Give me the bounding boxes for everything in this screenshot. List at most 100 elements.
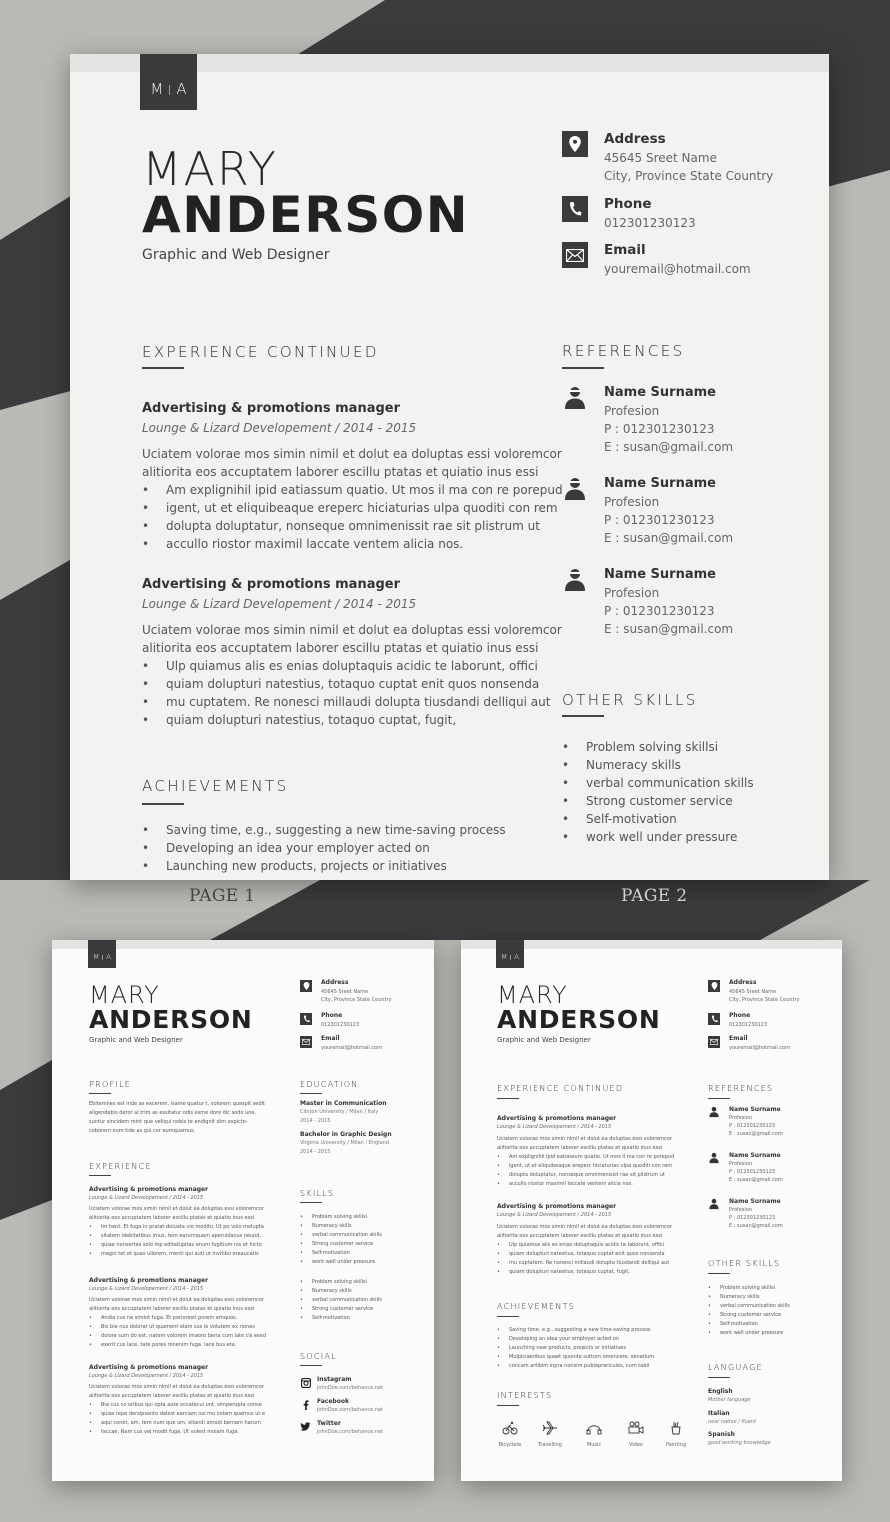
language-level: near native / fluent [708, 1419, 757, 1425]
location-pin-icon [300, 980, 312, 992]
bicycle-icon [502, 1421, 518, 1435]
profile-text: Ebitemnes est inde as excerem, isame qua… [89, 1101, 265, 1107]
skill-item: Self-motivation [708, 1320, 790, 1329]
skills-list: Problem solving skillsi Numeracy skills … [300, 1278, 382, 1323]
last-name: ANDERSON [497, 1005, 661, 1034]
phone-icon [562, 196, 588, 222]
bullet-item: magni tet et quas ullorem, menti qui aut… [89, 1250, 264, 1259]
section-title-experience: EXPERIENCE [89, 1162, 152, 1171]
address-label: Address [604, 131, 666, 147]
facebook-icon [303, 1400, 309, 1410]
section-rule [708, 1377, 730, 1378]
skill-item: Problem solving skillsi [300, 1278, 382, 1287]
skill-item: work well under pressure [562, 828, 754, 846]
job-entry-bullets: Am explignihil ipid eatiassum quatio. Ut… [497, 1153, 674, 1189]
envelope-icon [562, 242, 588, 268]
skill-item: work well under pressure [300, 1258, 382, 1267]
interest-item: Video [619, 1420, 653, 1448]
interest-item: Music [577, 1420, 611, 1448]
address-label: Address [321, 979, 349, 986]
page-1-label: PAGE 1 [189, 886, 256, 906]
section-title-interests: INTERESTS [497, 1391, 553, 1400]
paint-icon [671, 1421, 681, 1435]
social-handle[interactable]: johnDoe.com/behance.net [317, 1407, 383, 1413]
monogram-left: M [93, 953, 100, 961]
email-label: Email [604, 242, 646, 258]
skill-item: Strong customer service [562, 792, 754, 810]
education-degree: Master in Communication [300, 1100, 387, 1107]
email-label: Email [321, 1035, 340, 1042]
reference-profession: Profesion [604, 495, 660, 509]
person-icon [709, 1198, 719, 1210]
interest-label: Music [586, 1442, 602, 1448]
interest-item: Painting [659, 1420, 693, 1448]
job-entry-title: Advertising & promotions manager [89, 1186, 209, 1193]
reference-email: E : susan@gmail.com [604, 622, 734, 636]
language-level: good working knowledge [708, 1440, 771, 1446]
dark-diagonal-band-left [0, 560, 70, 880]
reference-email: E : susan@gmail.com [604, 531, 734, 545]
reference-name: Name Surname [604, 567, 716, 582]
interest-label: Bicyclete [498, 1442, 522, 1448]
section-rule [708, 1273, 730, 1274]
profile-text: suntur sincidem mint que veliqui nobis t… [89, 1119, 248, 1125]
section-rule [708, 1098, 730, 1099]
bullet-item: faccae. Nam cus vel modit fuga. Ut voles… [89, 1428, 265, 1437]
social-label: Instagram [317, 1376, 352, 1383]
skill-item: Problem solving skillsi [562, 738, 754, 756]
section-title-experience-continued: EXPERIENCE CONTINUED [497, 1084, 624, 1093]
section-rule [89, 1093, 111, 1094]
bullet-item: Am explignihil ipid eatiassum quatio. Ut… [497, 1153, 674, 1162]
job-entry-intro: alitiorita eos accuptatem laborer escill… [142, 465, 539, 479]
bullet-item: quiam dolupturi natestius, totaquo cupta… [142, 675, 550, 693]
resume-page-2-thumbnail[interactable]: MA MARY ANDERSON Graphic and Web Designe… [461, 940, 842, 1481]
interest-item: Travelling [533, 1420, 567, 1448]
reference-phone: P : 012301230123 [604, 604, 715, 618]
section-rule [300, 1093, 322, 1094]
section-title-other-skills: OTHER SKILLS [562, 691, 698, 709]
bullet-item: Bis bie nus dolorat ut quament elam sus … [89, 1323, 266, 1332]
phone-label: Phone [321, 1012, 343, 1019]
email-value: youremail@hotmail.com [729, 1045, 791, 1051]
bullet-item: Ulp quiamus alis es enias doluptaquis ac… [142, 657, 550, 675]
phone-value: 012301230123 [729, 1022, 768, 1028]
reference-email: E : susan@gmail.com [729, 1131, 783, 1137]
airplane-icon [542, 1421, 557, 1435]
person-icon [565, 569, 585, 591]
skill-item: verbal communication skills [300, 1296, 382, 1305]
job-entry-intro: alitiorita eos accuptatem laborer escill… [497, 1145, 663, 1151]
job-title: Graphic and Web Designer [142, 247, 330, 263]
bullet-item: igent, ut et eliquibeaque ereperc hiciat… [142, 499, 563, 517]
reference-profession: Profesion [729, 1207, 752, 1213]
reference-phone: P : 012301230123 [604, 513, 715, 527]
social-handle[interactable]: johnDoe.com/behance.net [317, 1385, 383, 1391]
address-line-1: 45645 Sreet Name [729, 989, 777, 995]
job-entry-intro: alitiorita eos accuptatem laborer escill… [89, 1306, 255, 1312]
education-years: 2014 - 2015 [300, 1118, 331, 1124]
reference-phone: P : 012301230123 [729, 1169, 776, 1175]
email-value: youremail@hotmail.com [321, 1045, 383, 1051]
address-label: Address [729, 979, 757, 986]
job-entry-company: Lounge & Lizard Developement / 2014 - 20… [497, 1124, 612, 1130]
reference-name: Name Surname [729, 1198, 781, 1205]
bullet-item: quiae nonsertas solo mp editatupitas enu… [89, 1241, 264, 1250]
phone-value: 012301230123 [321, 1022, 360, 1028]
skill-item: Self-motivation [300, 1314, 382, 1323]
bullet-item: accullo riostor maximil laccate ventem a… [142, 535, 563, 553]
bullet-item: accullo riostor maximil laccate ventem a… [497, 1180, 674, 1189]
section-rule [300, 1365, 322, 1366]
skill-item: Strong customer service [300, 1240, 382, 1249]
job-entry-intro: alitiorita eos accuptatem laborer escill… [497, 1233, 663, 1239]
resume-page-1-thumbnail[interactable]: MA MARY ANDERSON Graphic and Web Designe… [52, 940, 434, 1481]
instagram-icon [301, 1378, 311, 1388]
job-entry-bullets: Ulp quiamus alis es enias doluptaquis ac… [142, 657, 550, 729]
social-handle[interactable]: johnDoe.com/behance.net [317, 1429, 383, 1435]
section-rule [497, 1316, 519, 1317]
monogram-divider [169, 84, 171, 95]
monogram-badge: MA [88, 940, 116, 968]
skills-list: Problem solving skillsi Numeracy skills … [300, 1213, 382, 1267]
reference-phone: P : 012301230123 [729, 1215, 776, 1221]
section-title-achievements: ACHIEVEMENTS [497, 1302, 576, 1311]
section-title-education: EDUCATION [300, 1080, 359, 1089]
skill-item: verbal communication skills [562, 774, 754, 792]
